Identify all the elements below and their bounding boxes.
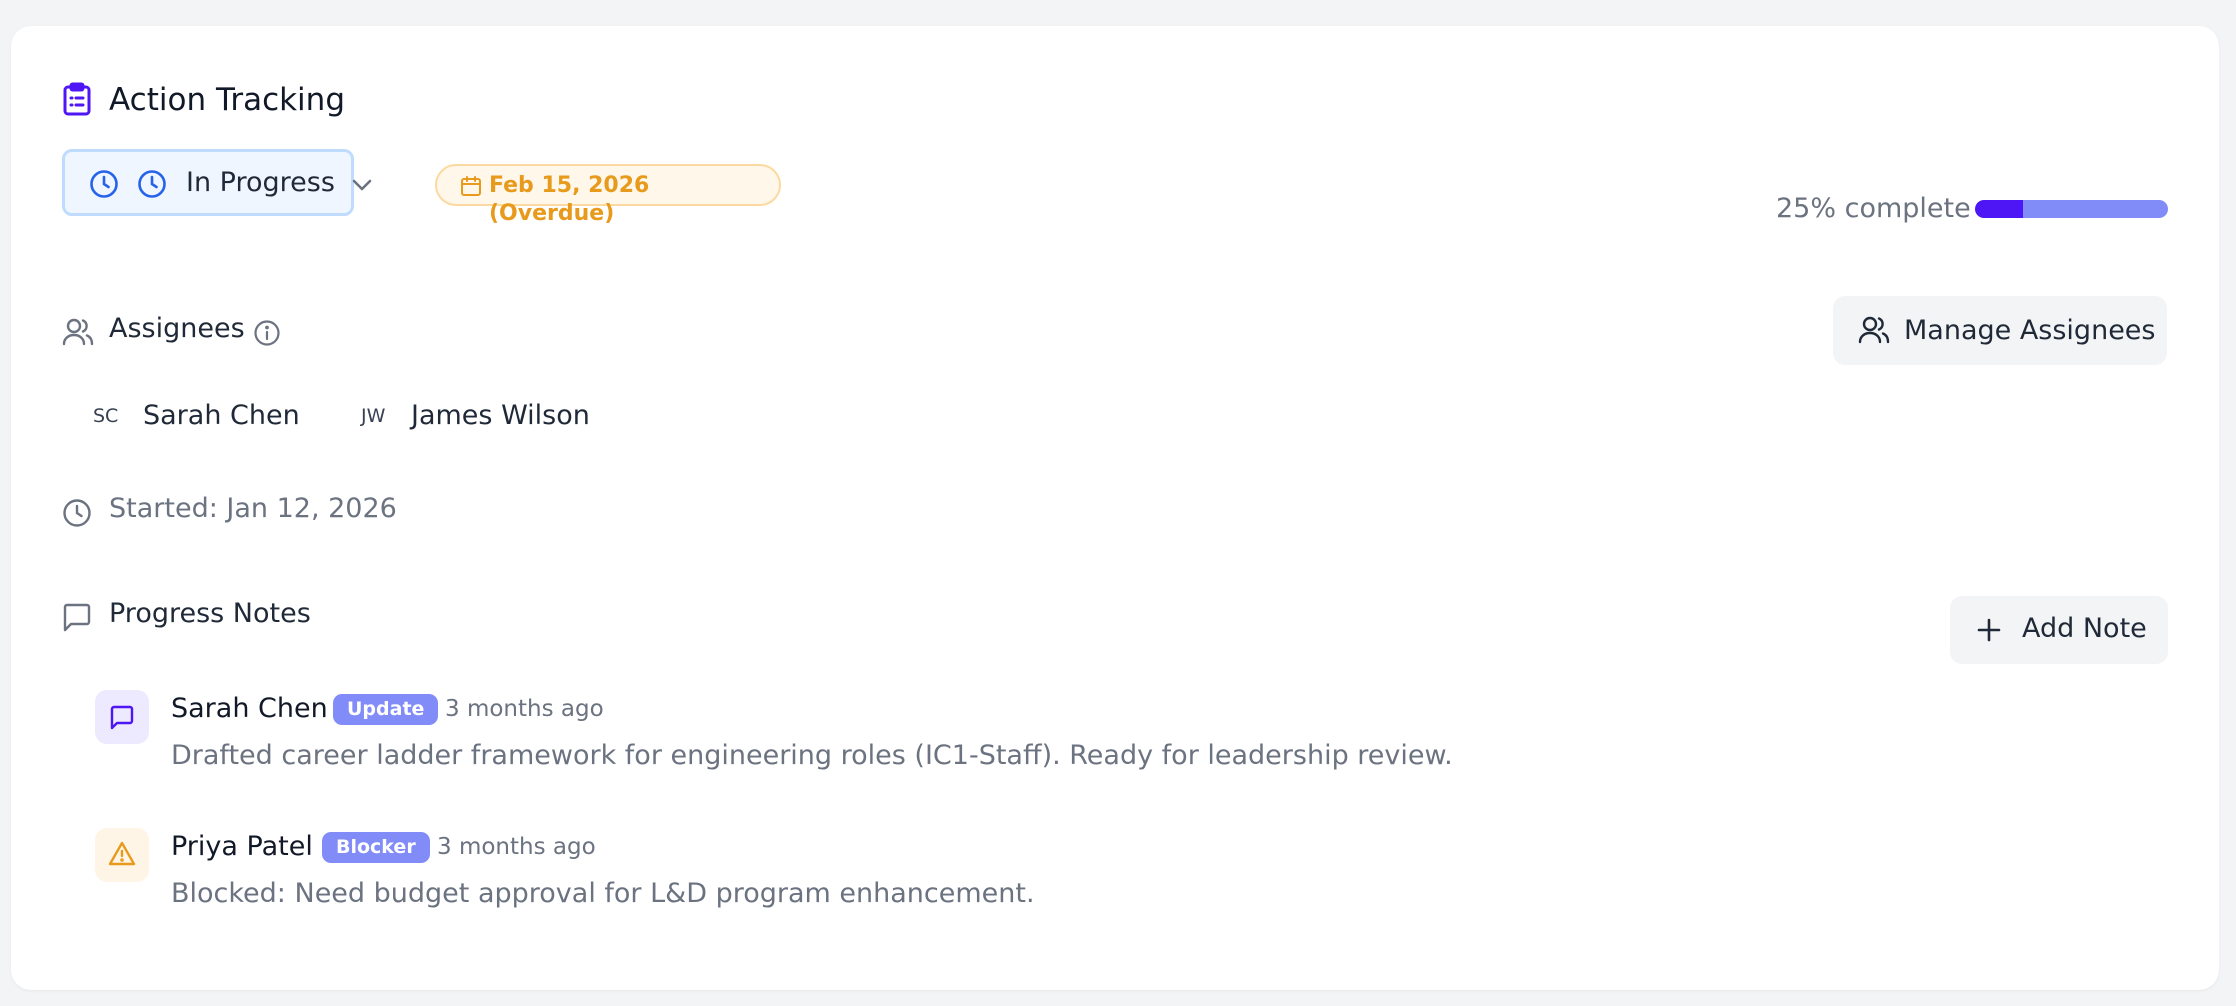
assignee-name: Sarah Chen [143, 400, 300, 431]
note-body: Drafted career ladder framework for engi… [171, 740, 1453, 771]
avatar-initials: SC [93, 405, 119, 427]
users-icon [62, 318, 94, 346]
clock-icon [62, 498, 92, 528]
manage-assignees-button[interactable]: Manage Assignees [1833, 296, 2167, 365]
page-title: Action Tracking [109, 82, 345, 118]
note-body: Blocked: Need budget approval for L&D pr… [171, 878, 1035, 909]
note-type-avatar [95, 690, 149, 744]
info-icon[interactable] [253, 319, 281, 347]
note-timestamp: 3 months ago [437, 834, 596, 860]
progress-bar [1975, 200, 2168, 218]
note-tag: Update [333, 694, 439, 725]
note-timestamp: 3 months ago [445, 696, 604, 722]
clock-icon [137, 169, 167, 199]
action-tracking-card: Action Tracking In Progress Feb 15, 2026… [11, 26, 2219, 990]
note-tag: Blocker [322, 832, 430, 863]
plus-icon [1977, 618, 2001, 642]
add-note-button[interactable]: Add Note [1950, 596, 2168, 664]
status-value: In Progress [186, 167, 335, 198]
due-date-text: Feb 15, 2026 (Overdue) [489, 173, 650, 226]
progress-label: 25% complete [1776, 193, 1971, 224]
note-author: Priya Patel [171, 831, 313, 862]
note-type-avatar [95, 828, 149, 882]
avatar-initials: JW [361, 405, 386, 427]
message-square-icon [62, 602, 92, 632]
clipboard-list-icon [62, 82, 92, 116]
due-date-badge: Feb 15, 2026 (Overdue) [435, 164, 781, 226]
assignee-name: James Wilson [411, 400, 590, 431]
clock-icon [89, 169, 119, 199]
started-date: Started: Jan 12, 2026 [109, 493, 397, 524]
note-author: Sarah Chen [171, 693, 328, 724]
progress-bar-fill [1975, 200, 2024, 218]
calendar-icon [460, 175, 482, 197]
status-dropdown[interactable]: In Progress [62, 149, 372, 216]
message-square-icon [109, 704, 135, 730]
alert-triangle-icon [108, 841, 136, 867]
users-icon [1858, 316, 1890, 344]
progress-notes-label: Progress Notes [109, 598, 311, 629]
manage-assignees-label: Manage Assignees [1904, 315, 2156, 346]
add-note-label: Add Note [2022, 613, 2147, 644]
chevron-down-icon [351, 178, 373, 192]
assignees-label: Assignees [109, 313, 245, 344]
